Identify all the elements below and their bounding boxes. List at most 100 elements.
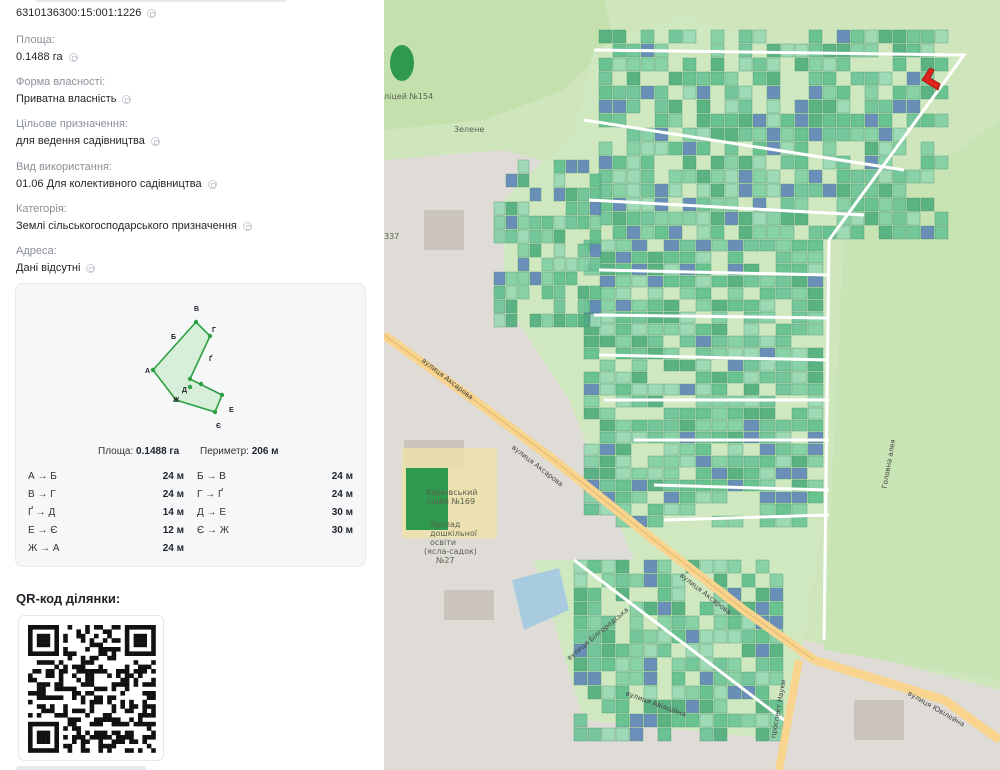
map-parcel <box>807 299 824 312</box>
map-canvas[interactable] <box>384 0 1000 770</box>
copy-icon[interactable] <box>150 136 160 146</box>
map-parcel <box>629 657 644 672</box>
qr-module <box>36 730 42 736</box>
map-parcel <box>493 229 506 244</box>
qr-module <box>133 669 139 674</box>
map-parcel <box>657 573 672 588</box>
map-parcel <box>599 479 616 492</box>
qr-module <box>120 691 125 696</box>
map-parcel <box>529 215 542 230</box>
map-parcel <box>696 225 711 240</box>
qr-module <box>129 748 134 753</box>
map-parcel <box>626 225 641 240</box>
map-parcel <box>589 229 602 244</box>
copy-icon[interactable] <box>242 221 252 231</box>
segment-length: 24 м <box>331 471 353 482</box>
cadastral-map[interactable]: Зелене 337 Харківський ліцей №169 Заклад… <box>384 0 1000 770</box>
map-parcel <box>878 29 893 44</box>
map-label-kinder-d: №27 <box>436 556 455 565</box>
area-summary: Площа: 0.1488 га <box>98 446 180 457</box>
qr-module <box>138 721 143 727</box>
map-parcel <box>615 455 632 468</box>
map-parcel <box>599 431 616 444</box>
qr-module <box>67 655 73 661</box>
map-parcel <box>598 57 613 72</box>
map-parcel <box>699 629 714 644</box>
map-parcel <box>663 443 680 456</box>
map-parcel <box>679 335 696 348</box>
map-parcel <box>727 419 744 432</box>
map-parcel <box>920 225 935 240</box>
map-parcel <box>791 347 808 360</box>
map-label-lyceum: ліцей №154 <box>384 92 434 101</box>
qr-module <box>63 704 68 709</box>
map-parcel <box>695 491 712 504</box>
map-parcel <box>668 99 683 114</box>
copy-icon[interactable] <box>122 94 132 104</box>
qr-module <box>98 739 103 744</box>
map-parcel <box>775 239 792 252</box>
map-parcel <box>647 311 664 324</box>
map-parcel <box>699 713 714 728</box>
copy-icon[interactable] <box>86 263 96 273</box>
qr-module <box>32 625 37 630</box>
map-parcel <box>696 99 711 114</box>
map-parcel <box>626 57 641 72</box>
qr-module <box>98 625 103 630</box>
copy-icon[interactable] <box>68 52 78 62</box>
qr-module <box>45 642 51 648</box>
map-parcel <box>599 359 616 372</box>
map-parcel <box>780 211 795 226</box>
qr-module <box>72 708 77 714</box>
map-parcel <box>755 685 770 700</box>
qr-module <box>58 686 64 692</box>
map-parcel <box>752 225 767 240</box>
map-parcel <box>752 113 767 128</box>
qr-module <box>120 677 125 683</box>
copy-icon[interactable] <box>147 8 157 18</box>
qr-module <box>41 739 46 744</box>
map-parcel <box>794 127 809 142</box>
map-parcel <box>878 169 893 184</box>
map-parcel <box>892 225 907 240</box>
map-parcel <box>892 29 907 44</box>
qr-module <box>151 642 156 648</box>
map-parcel <box>766 99 781 114</box>
qr-module <box>54 625 59 630</box>
map-parcel <box>671 615 686 630</box>
map-parcel <box>529 229 542 244</box>
qr-module <box>111 638 117 643</box>
map-parcel <box>529 187 542 202</box>
qr-module <box>72 691 77 696</box>
qr-module <box>107 655 112 661</box>
map-parcel <box>906 169 921 184</box>
map-parcel <box>878 99 893 114</box>
qr-module <box>120 682 125 687</box>
map-parcel <box>599 323 616 336</box>
map-parcel <box>934 225 949 240</box>
map-parcel <box>629 615 644 630</box>
qr-module <box>102 647 108 652</box>
map-parcel <box>541 215 554 230</box>
map-parcel <box>775 443 792 456</box>
map-parcel <box>864 127 879 142</box>
map-parcel <box>724 155 739 170</box>
map-parcel <box>583 443 600 456</box>
qr-module <box>129 708 134 714</box>
map-parcel <box>920 113 935 128</box>
map-parcel <box>682 85 697 100</box>
qr-module <box>89 638 95 643</box>
qr-module <box>129 704 134 709</box>
selected-parcel-marker[interactable] <box>918 60 948 94</box>
copy-icon[interactable] <box>207 179 217 189</box>
qr-module <box>107 735 112 740</box>
map-parcel <box>629 727 644 742</box>
qr-module <box>85 730 90 736</box>
qr-module <box>116 739 121 744</box>
map-parcel <box>752 71 767 86</box>
qr-module <box>85 739 90 744</box>
map-parcel <box>615 713 630 728</box>
map-parcel <box>713 713 728 728</box>
map-parcel <box>713 559 728 574</box>
qr-module <box>133 677 139 683</box>
